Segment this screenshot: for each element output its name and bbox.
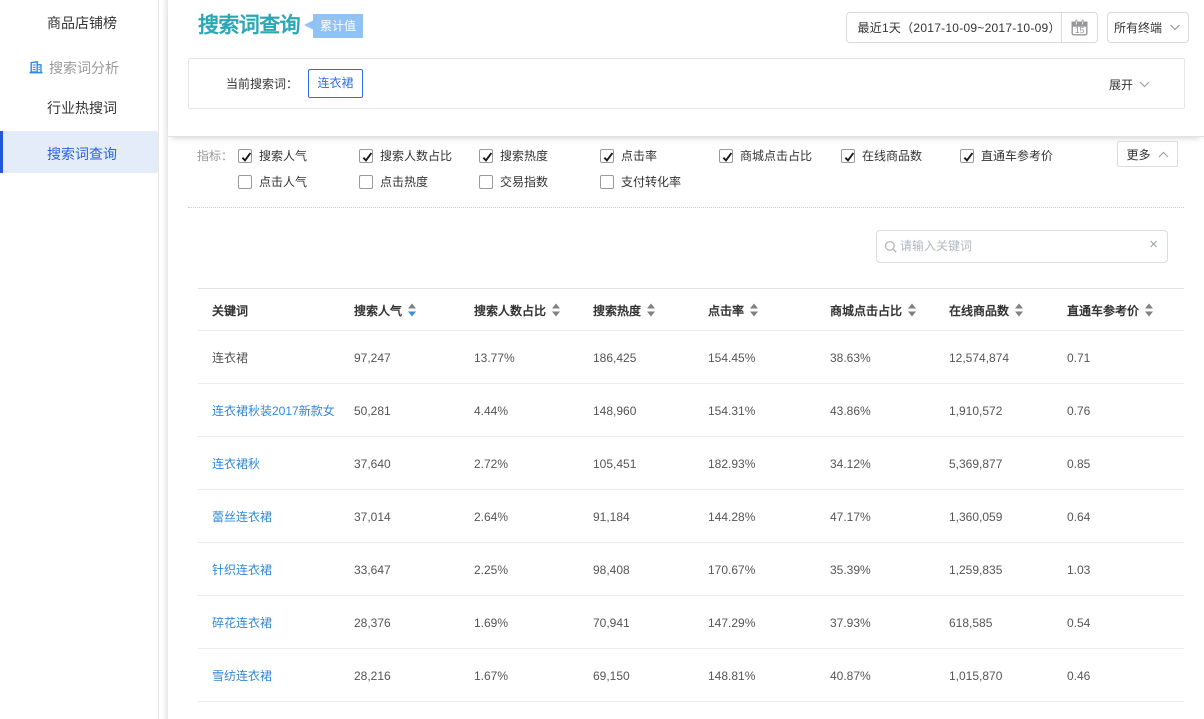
svg-text:15: 15	[1075, 25, 1085, 35]
